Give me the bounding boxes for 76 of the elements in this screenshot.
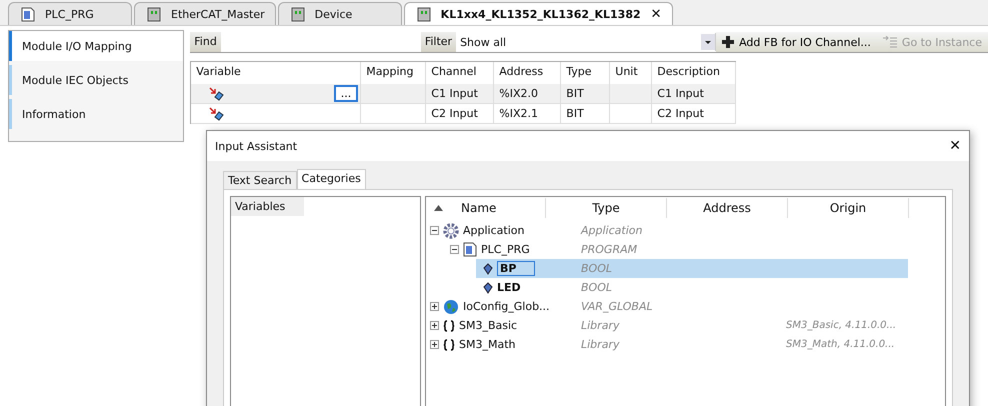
editor-tab[interactable]: EtherCAT_Master [134, 2, 276, 25]
dialog-title: Input Assistant [215, 140, 298, 152]
plus-icon [722, 36, 734, 48]
close-icon[interactable]: ✕ [949, 138, 961, 154]
program-icon [21, 6, 35, 22]
tree-row[interactable]: Application Application [426, 221, 908, 240]
braces-icon [443, 320, 455, 332]
filter-dropdown[interactable]: Show all [456, 33, 716, 51]
braces-icon [443, 338, 455, 350]
type-cell-text: BOOL [581, 280, 613, 296]
table-cell: C2 Input [652, 104, 736, 124]
expand-icon[interactable] [430, 340, 439, 349]
variable-icon [483, 282, 493, 294]
tree-item-name: LED [497, 281, 521, 294]
add-fb-button[interactable]: Add FB for IO Channel... [716, 32, 877, 52]
tree-row[interactable]: SM3_Basic Library SM3_Basic, 4.11.0.0... [426, 316, 908, 335]
tree-row[interactable]: PLC_PRG PROGRAM [426, 240, 908, 259]
input-variable-icon [209, 106, 226, 120]
column-header[interactable]: Address [667, 198, 788, 218]
column-header[interactable]: Type [546, 198, 667, 218]
program-icon [463, 242, 477, 257]
side-tab[interactable]: Module IEC Objects [9, 65, 184, 95]
editor-tab[interactable]: KL1xx4_KL1352_KL1362_KL1382 ✕ [404, 2, 673, 25]
side-tab[interactable]: Information [9, 99, 184, 129]
side-tab[interactable]: Module I/O Mapping [9, 31, 184, 61]
tree-item-name: SM3_Basic [459, 319, 518, 332]
filter-label: Filter [420, 32, 456, 52]
device-icon [147, 6, 161, 22]
input-variable-icon [209, 86, 226, 100]
tree-row[interactable]: IoConfig_Glob... VAR_GLOBAL [426, 297, 908, 316]
table-cell: %IX2.1 [494, 104, 562, 124]
editor-tab[interactable]: PLC_PRG [8, 2, 132, 25]
type-cell-text: Application [581, 223, 644, 239]
collapse-icon[interactable] [430, 226, 439, 235]
editor-tab[interactable]: Device [278, 2, 402, 25]
table-cell: C1 Input [652, 84, 736, 104]
sort-icon [434, 205, 443, 211]
tree-item-name: BP [497, 261, 536, 276]
origin-cell: SM3_Basic, 4.11.0.0... [786, 320, 896, 331]
column-header[interactable]: Name [426, 198, 546, 218]
tree-item-name: IoConfig_Glob... [463, 300, 550, 313]
type-cell-text: PROGRAM [581, 242, 638, 258]
table-cell: C2 Input [426, 104, 494, 124]
collapse-icon[interactable] [450, 245, 459, 254]
indent-list-icon [882, 36, 897, 48]
table-cell: BIT [561, 84, 610, 104]
tree-item-name: SM3_Math [459, 338, 516, 351]
origin-cell: SM3_Math, 4.11.0.0... [786, 339, 895, 350]
gear-icon [443, 222, 459, 238]
expand-icon[interactable] [430, 321, 439, 330]
close-icon[interactable]: ✕ [650, 6, 662, 22]
tree-row[interactable]: BP BOOL [426, 259, 908, 278]
dialog-tab[interactable]: Categories [296, 169, 366, 189]
table-cell [610, 104, 652, 124]
dialog-tab[interactable]: Text Search [223, 171, 297, 189]
device-icon [290, 6, 305, 22]
type-cell: BOOL [581, 259, 666, 278]
column-header[interactable]: Origin [788, 198, 909, 218]
table-cell: C1 Input [426, 84, 494, 104]
table-cell: BIT [561, 104, 610, 124]
type-cell-text: VAR_GLOBAL [581, 299, 654, 315]
device-icon [416, 6, 431, 22]
variable-icon [483, 262, 493, 274]
table-cell [610, 84, 652, 104]
type-cell-text: Library [581, 318, 620, 334]
globe-icon [443, 298, 459, 314]
find-label: Find [190, 32, 221, 52]
category-item[interactable]: Variables [231, 197, 304, 216]
tree-row[interactable]: LED BOOL [426, 278, 908, 297]
table-cell: %IX2.0 [494, 84, 562, 104]
tree-item-name: Application [463, 224, 524, 237]
tree-item-name: PLC_PRG [481, 243, 530, 256]
browse-button[interactable]: ... [334, 85, 358, 102]
tree-row[interactable]: SM3_Math Library SM3_Math, 4.11.0.0... [426, 335, 908, 354]
type-cell-text: Library [581, 337, 620, 353]
expand-icon[interactable] [430, 302, 439, 311]
